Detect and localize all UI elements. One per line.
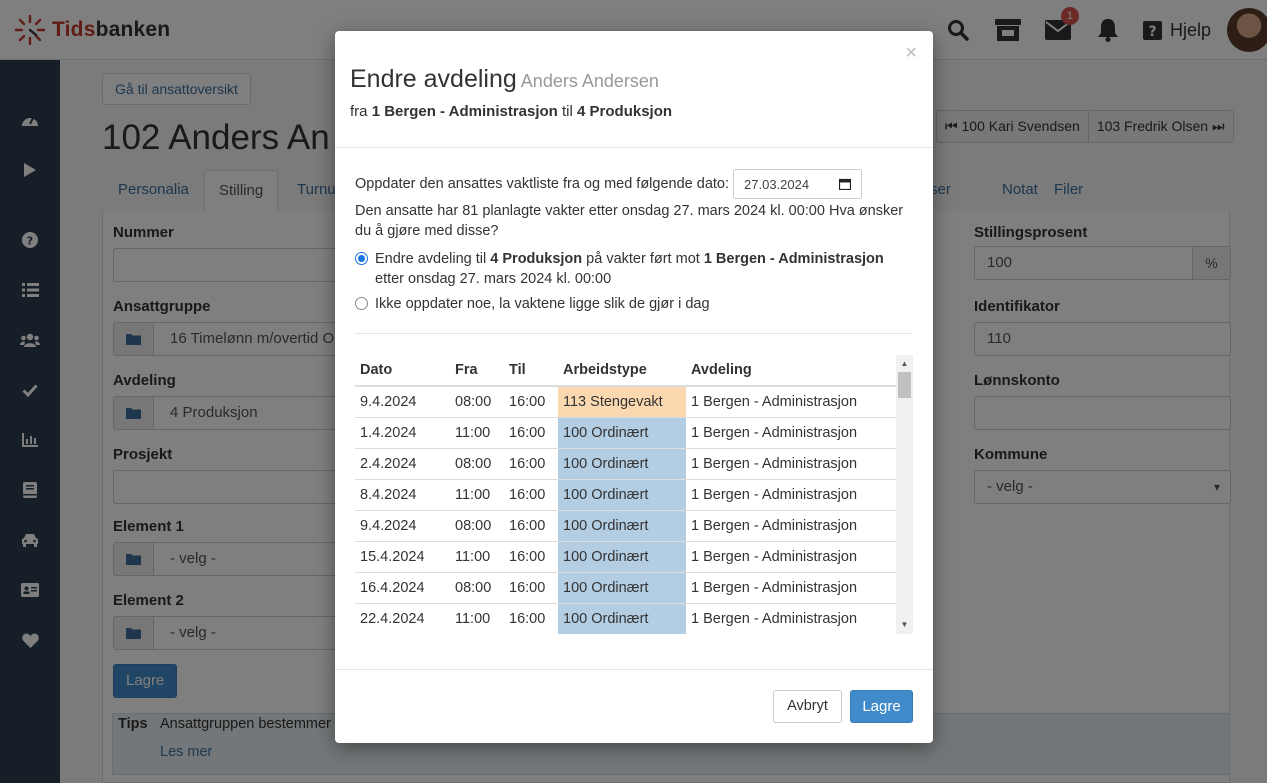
cell-arbeidstype: 100 Ordinært <box>558 447 686 479</box>
table-row: 2.4.2024 08:00 16:00 100 Ordinært 1 Bergen -… <box>355 447 896 479</box>
cell-fra: 08:00 <box>450 447 504 479</box>
option2-label: Ikke oppdater noe, la vaktene ligge slik… <box>375 296 710 312</box>
cell-fra: 11:00 <box>450 478 504 510</box>
modal-subtitle: Anders Andersen <box>520 71 659 91</box>
divider <box>335 147 933 148</box>
modal-title-text: Endre avdeling <box>350 65 517 93</box>
table-row: 16.4.2024 08:00 16:00 100 Ordinært 1 Bergen … <box>355 571 896 603</box>
cell-dato: 9.4.2024 <box>355 385 450 417</box>
cell-avdeling: 1 Bergen - Administrasjon <box>686 385 896 417</box>
option-change-department[interactable]: Endre avdeling til 4 Produksjon på vakte… <box>355 249 913 289</box>
table-row: 15.4.2024 11:00 16:00 100 Ordinært 1 Bergen … <box>355 540 896 572</box>
divider <box>335 669 933 670</box>
date-input[interactable]: 27.03.2024 <box>733 169 863 199</box>
scroll-thumb[interactable] <box>898 372 911 398</box>
cell-arbeidstype: 100 Ordinært <box>558 602 686 634</box>
cell-dato: 1.4.2024 <box>355 416 450 448</box>
table-row: 9.4.2024 08:00 16:00 100 Ordinært 1 Bergen -… <box>355 509 896 541</box>
col-til: Til <box>504 355 558 387</box>
cell-fra: 08:00 <box>450 385 504 417</box>
cell-arbeidstype: 100 Ordinært <box>558 509 686 541</box>
cell-til: 16:00 <box>504 385 558 417</box>
info-text: Den ansatte har 81 planlagte vakter ette… <box>355 203 904 239</box>
cell-avdeling: 1 Bergen - Administrasjon <box>686 416 896 448</box>
cell-arbeidstype: 100 Ordinært <box>558 540 686 572</box>
cell-til: 16:00 <box>504 571 558 603</box>
cell-dato: 2.4.2024 <box>355 447 450 479</box>
cell-dato: 16.4.2024 <box>355 571 450 603</box>
option1-label: Endre avdeling til 4 Produksjon på vakte… <box>375 251 884 287</box>
date-value: 27.03.2024 <box>744 176 810 192</box>
cell-til: 16:00 <box>504 447 558 479</box>
cell-fra: 08:00 <box>450 571 504 603</box>
cell-avdeling: 1 Bergen - Administrasjon <box>686 478 896 510</box>
table-header-row: Dato Fra Til Arbeidstype Avdeling <box>355 355 896 387</box>
cell-arbeidstype: 100 Ordinært <box>558 416 686 448</box>
cell-avdeling: 1 Bergen - Administrasjon <box>686 540 896 572</box>
cell-dato: 22.4.2024 <box>355 602 450 634</box>
modal-body: Oppdater den ansattes vaktliste fra og m… <box>355 169 913 314</box>
cell-til: 16:00 <box>504 540 558 572</box>
col-fra: Fra <box>450 355 504 387</box>
cell-dato: 15.4.2024 <box>355 540 450 572</box>
cell-arbeidstype: 113 Stengevakt <box>558 385 686 417</box>
cell-arbeidstype: 100 Ordinært <box>558 571 686 603</box>
cancel-button[interactable]: Avbryt <box>773 690 842 723</box>
cell-avdeling: 1 Bergen - Administrasjon <box>686 509 896 541</box>
cell-til: 16:00 <box>504 478 558 510</box>
option-keep-shifts[interactable]: Ikke oppdater noe, la vaktene ligge slik… <box>355 294 913 314</box>
cell-arbeidstype: 100 Ordinært <box>558 478 686 510</box>
table-scrollbar[interactable]: ▲ ▼ <box>896 355 913 634</box>
shifts-table-container[interactable]: Dato Fra Til Arbeidstype Avdeling 9.4.20… <box>355 355 913 634</box>
cell-avdeling: 1 Bergen - Administrasjon <box>686 447 896 479</box>
divider <box>355 333 912 334</box>
cell-avdeling: 1 Bergen - Administrasjon <box>686 602 896 634</box>
modal-from-to: fra 1 Bergen - Administrasjon til 4 Prod… <box>350 103 673 120</box>
cell-til: 16:00 <box>504 416 558 448</box>
table-row: 1.4.2024 11:00 16:00 100 Ordinært 1 Bergen -… <box>355 416 896 448</box>
table-row: 9.4.2024 08:00 16:00 113 Stengevakt 1 Bergen… <box>355 385 896 417</box>
cell-fra: 08:00 <box>450 509 504 541</box>
calendar-icon[interactable] <box>839 178 852 190</box>
col-arbeidstype: Arbeidstype <box>558 355 686 387</box>
cell-fra: 11:00 <box>450 416 504 448</box>
cell-til: 16:00 <box>504 509 558 541</box>
shifts-table: Dato Fra Til Arbeidstype Avdeling 9.4.20… <box>355 355 896 634</box>
date-prompt: Oppdater den ansattes vaktliste fra og m… <box>355 176 730 192</box>
date-row: Oppdater den ansattes vaktliste fra og m… <box>355 169 913 199</box>
cell-dato: 8.4.2024 <box>355 478 450 510</box>
table-row: 22.4.2024 11:00 16:00 100 Ordinært 1 Bergen … <box>355 602 896 634</box>
radio-selected[interactable] <box>355 252 368 265</box>
close-icon[interactable]: × <box>905 43 917 63</box>
cell-fra: 11:00 <box>450 540 504 572</box>
cell-avdeling: 1 Bergen - Administrasjon <box>686 571 896 603</box>
change-department-modal: × Endre avdeling Anders Andersen fra 1 Be… <box>335 31 933 743</box>
col-dato: Dato <box>355 355 450 387</box>
scroll-up-icon[interactable]: ▲ <box>896 357 913 371</box>
col-avdeling: Avdeling <box>686 355 896 387</box>
cell-fra: 11:00 <box>450 602 504 634</box>
cell-til: 16:00 <box>504 602 558 634</box>
scroll-down-icon[interactable]: ▼ <box>896 618 913 632</box>
table-row: 8.4.2024 11:00 16:00 100 Ordinært 1 Bergen -… <box>355 478 896 510</box>
modal-save-button[interactable]: Lagre <box>850 690 913 723</box>
cell-dato: 9.4.2024 <box>355 509 450 541</box>
modal-title: Endre avdeling Anders Andersen <box>350 65 659 94</box>
radio-unselected[interactable] <box>355 297 368 310</box>
